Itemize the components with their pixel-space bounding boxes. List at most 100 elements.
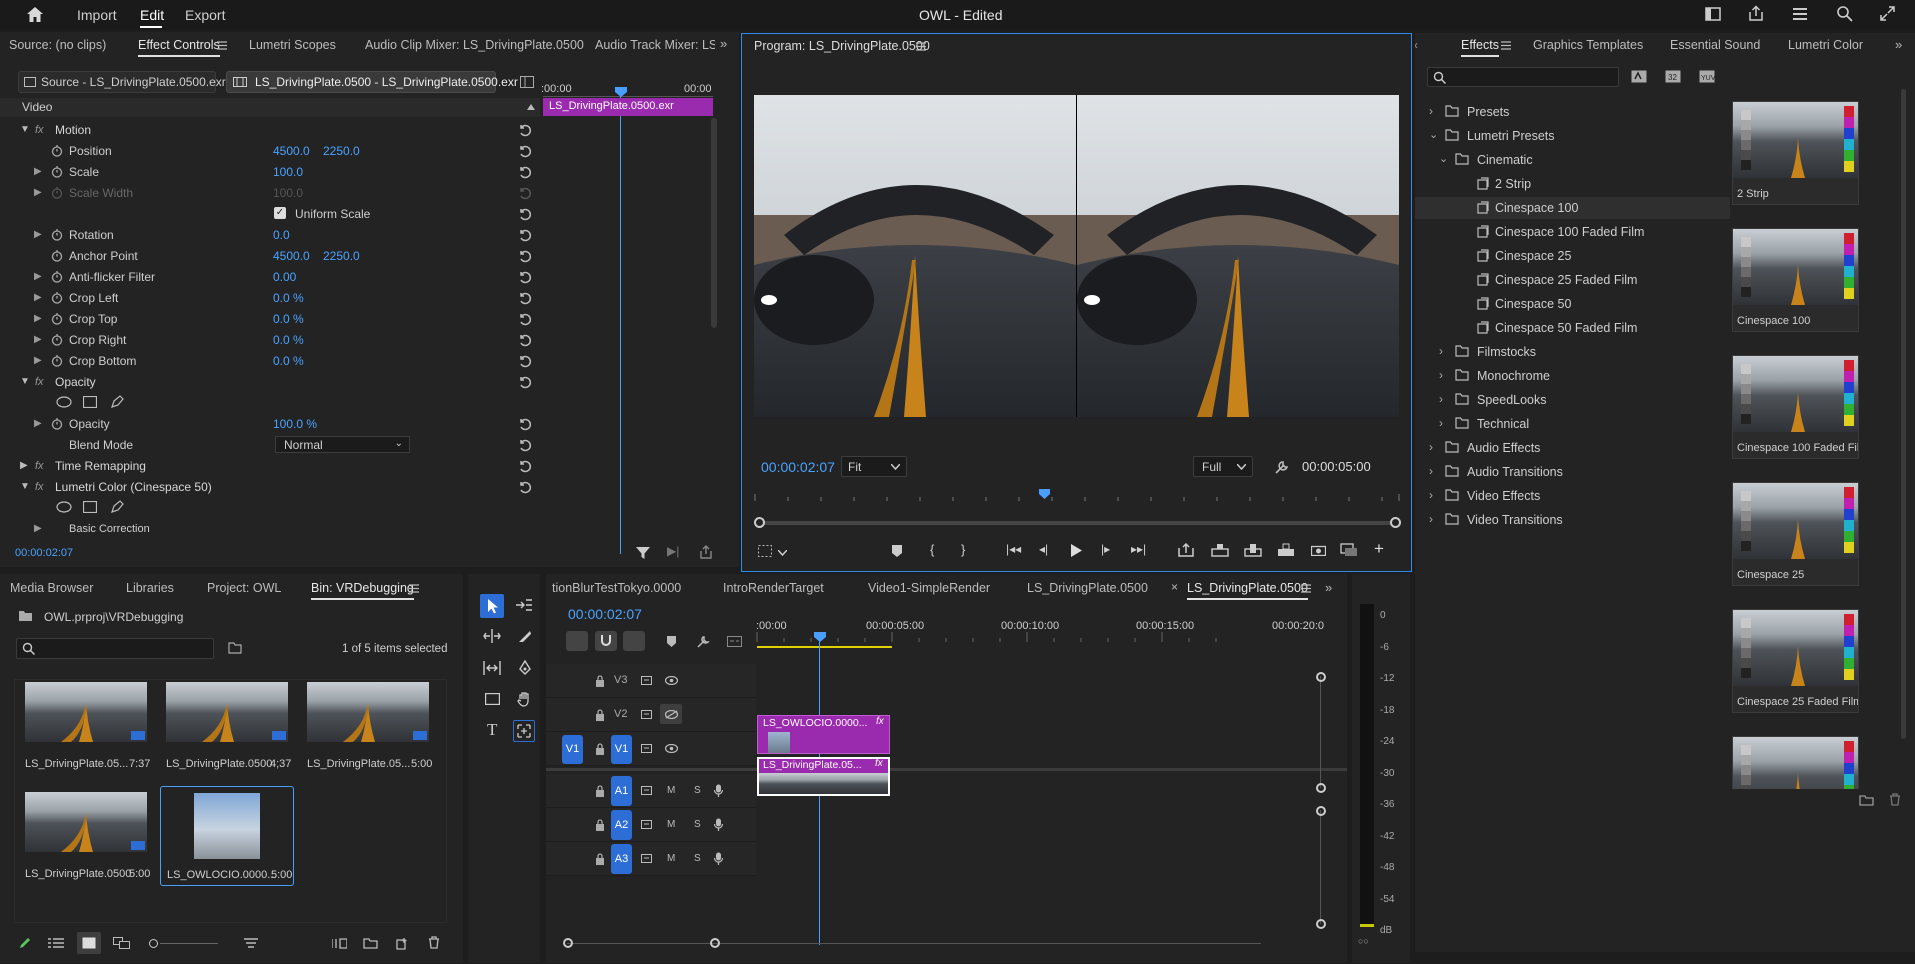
mark-out-icon[interactable]: } bbox=[961, 542, 965, 557]
parameter-value[interactable]: 0.0 % bbox=[273, 333, 304, 347]
settings-wrench-icon[interactable] bbox=[1275, 460, 1289, 474]
microphone-icon[interactable] bbox=[714, 784, 723, 798]
parameter-value[interactable]: 4500.0 bbox=[273, 144, 310, 158]
program-ruler[interactable] bbox=[754, 487, 1400, 509]
program-timecode[interactable]: 00:00:02:07 bbox=[761, 459, 835, 475]
pen-mask-icon[interactable] bbox=[110, 395, 124, 409]
effects-tree-item[interactable]: › Audio Transitions bbox=[1415, 461, 1730, 483]
reset-parameter-icon[interactable] bbox=[518, 354, 532, 368]
chevron-right-icon[interactable]: ▶ bbox=[34, 166, 42, 177]
lock-icon[interactable] bbox=[595, 709, 605, 721]
reset-parameter-icon[interactable] bbox=[518, 417, 532, 431]
preset-thumbnail[interactable]: Cinespace 50 bbox=[1732, 736, 1859, 789]
yuv-effects-icon[interactable]: YUV bbox=[1699, 70, 1715, 83]
mute-button[interactable]: M bbox=[667, 853, 675, 864]
eye-icon[interactable] bbox=[665, 744, 678, 753]
ec-scrollbar[interactable] bbox=[711, 118, 717, 328]
fx-icon[interactable]: fx bbox=[35, 376, 44, 388]
work-area-bar[interactable] bbox=[757, 646, 892, 648]
clip-v1[interactable]: LS_DrivingPlate.05... fx bbox=[757, 757, 890, 796]
track-target-a1[interactable]: A1 bbox=[611, 776, 632, 806]
chevron-down-icon[interactable]: ▼ bbox=[20, 376, 30, 387]
slip-icon[interactable] bbox=[483, 661, 501, 675]
track-target-a2[interactable]: A2 bbox=[611, 810, 632, 840]
parameter-value[interactable]: 0.0 bbox=[273, 228, 290, 242]
trash-icon[interactable] bbox=[1889, 793, 1901, 806]
go-to-out-icon[interactable]: ▸▸| bbox=[1131, 542, 1146, 556]
add-marker-icon[interactable] bbox=[892, 545, 902, 557]
ec-clip-bar[interactable]: LS_DrivingPlate.0500.exr bbox=[543, 98, 713, 116]
reset-parameter-icon[interactable] bbox=[518, 480, 532, 494]
parameter-value-2[interactable]: 2250.0 bbox=[323, 144, 360, 158]
tab-graphics-templates[interactable]: Graphics Templates bbox=[1533, 38, 1643, 52]
rectangle-mask-icon[interactable] bbox=[83, 501, 97, 513]
checkbox[interactable]: ✓ bbox=[274, 207, 286, 219]
h-scroll-handle-right[interactable] bbox=[710, 938, 720, 948]
blend-mode-dropdown[interactable]: Normal ⌄ bbox=[275, 436, 410, 453]
more-tabs-icon[interactable]: » bbox=[720, 36, 727, 51]
add-marker-icon[interactable] bbox=[667, 636, 676, 647]
program-zoom-bar[interactable] bbox=[758, 521, 1398, 525]
program-menu-icon[interactable] bbox=[916, 42, 926, 51]
home-icon[interactable] bbox=[26, 6, 44, 23]
lock-icon[interactable] bbox=[595, 819, 605, 831]
sync-lock-icon[interactable] bbox=[641, 710, 652, 719]
track-target-a3[interactable]: A3 bbox=[611, 844, 632, 874]
chevron-right-icon[interactable]: › bbox=[1429, 440, 1433, 454]
timeline-playhead-handle[interactable] bbox=[814, 632, 826, 642]
new-item-icon[interactable] bbox=[396, 937, 409, 950]
reset-parameter-icon[interactable] bbox=[518, 165, 532, 179]
ripple-edit-icon[interactable] bbox=[483, 629, 501, 643]
type-tool-icon[interactable]: T bbox=[487, 720, 497, 740]
chevron-down-icon[interactable]: ▼ bbox=[20, 481, 30, 492]
insert-icon[interactable] bbox=[1244, 543, 1262, 557]
tab-audio-track-mixer[interactable]: Audio Track Mixer: LS_D bbox=[595, 38, 715, 52]
zoom-slider-knob[interactable] bbox=[149, 939, 158, 948]
ellipse-mask-icon[interactable] bbox=[56, 501, 72, 513]
chevron-right-icon[interactable]: ▶ bbox=[34, 334, 42, 345]
effects-tree-item[interactable]: › Filmstocks bbox=[1415, 341, 1730, 363]
a-scroll-handle-top[interactable] bbox=[1316, 806, 1326, 816]
progress-icon[interactable] bbox=[1792, 7, 1808, 21]
list-view-icon[interactable] bbox=[48, 937, 64, 949]
captions-icon[interactable] bbox=[727, 636, 742, 647]
solo-button[interactable]: S bbox=[694, 819, 701, 830]
effects-tree-item[interactable]: › Technical bbox=[1415, 413, 1730, 435]
effects-tree-item[interactable]: Cinespace 25 bbox=[1415, 245, 1730, 267]
track-name[interactable]: V3 bbox=[614, 674, 627, 686]
track-name[interactable]: V2 bbox=[614, 708, 627, 720]
lock-icon[interactable] bbox=[595, 785, 605, 797]
pencil-icon[interactable] bbox=[18, 936, 32, 950]
vr-toggle-icon[interactable] bbox=[1340, 543, 1358, 557]
safe-margins-icon[interactable] bbox=[758, 545, 772, 557]
tab-sequence-2[interactable]: IntroRenderTarget bbox=[723, 581, 824, 595]
chevron-right-icon[interactable]: ▶ bbox=[34, 229, 42, 240]
reset-parameter-icon[interactable] bbox=[518, 207, 532, 221]
chevron-right-icon[interactable]: ▶ bbox=[34, 145, 42, 156]
zoom-slider-track[interactable] bbox=[160, 943, 218, 944]
reset-parameter-icon[interactable] bbox=[518, 438, 532, 452]
source-patch-v1[interactable]: V1 bbox=[562, 735, 583, 764]
h-scroll-handle-left[interactable] bbox=[563, 938, 573, 948]
track-select-icon[interactable] bbox=[515, 598, 533, 612]
reset-parameter-icon[interactable] bbox=[518, 249, 532, 263]
tab-essential-sound[interactable]: Essential Sound bbox=[1670, 38, 1760, 52]
preset-thumbnail[interactable]: 2 Strip bbox=[1732, 101, 1859, 205]
reset-parameter-icon[interactable] bbox=[518, 333, 532, 347]
linked-selection-button[interactable] bbox=[623, 631, 645, 651]
effects-scrollbar[interactable] bbox=[1901, 89, 1906, 739]
program-video-frame[interactable] bbox=[754, 95, 1399, 417]
stopwatch-icon[interactable] bbox=[51, 417, 63, 430]
sync-lock-icon[interactable] bbox=[641, 786, 652, 795]
step-back-icon[interactable]: ◂| bbox=[1039, 542, 1048, 556]
track-target-v1[interactable]: V1 bbox=[611, 735, 632, 764]
parameter-value[interactable]: 4500.0 bbox=[273, 249, 310, 263]
ec-playhead-handle[interactable] bbox=[615, 87, 627, 97]
32bit-effects-icon[interactable]: 32 bbox=[1665, 70, 1681, 83]
stopwatch-icon[interactable] bbox=[51, 249, 63, 262]
chevron-right-icon[interactable]: ▶ bbox=[34, 418, 42, 429]
fx-icon[interactable]: fx bbox=[35, 481, 44, 493]
source-selector[interactable]: Source - LS_DrivingPlate.0500.exr bbox=[18, 71, 226, 93]
nav-import[interactable]: Import bbox=[77, 7, 117, 23]
ec-timecode[interactable]: 00:00:02:07 bbox=[15, 547, 73, 559]
